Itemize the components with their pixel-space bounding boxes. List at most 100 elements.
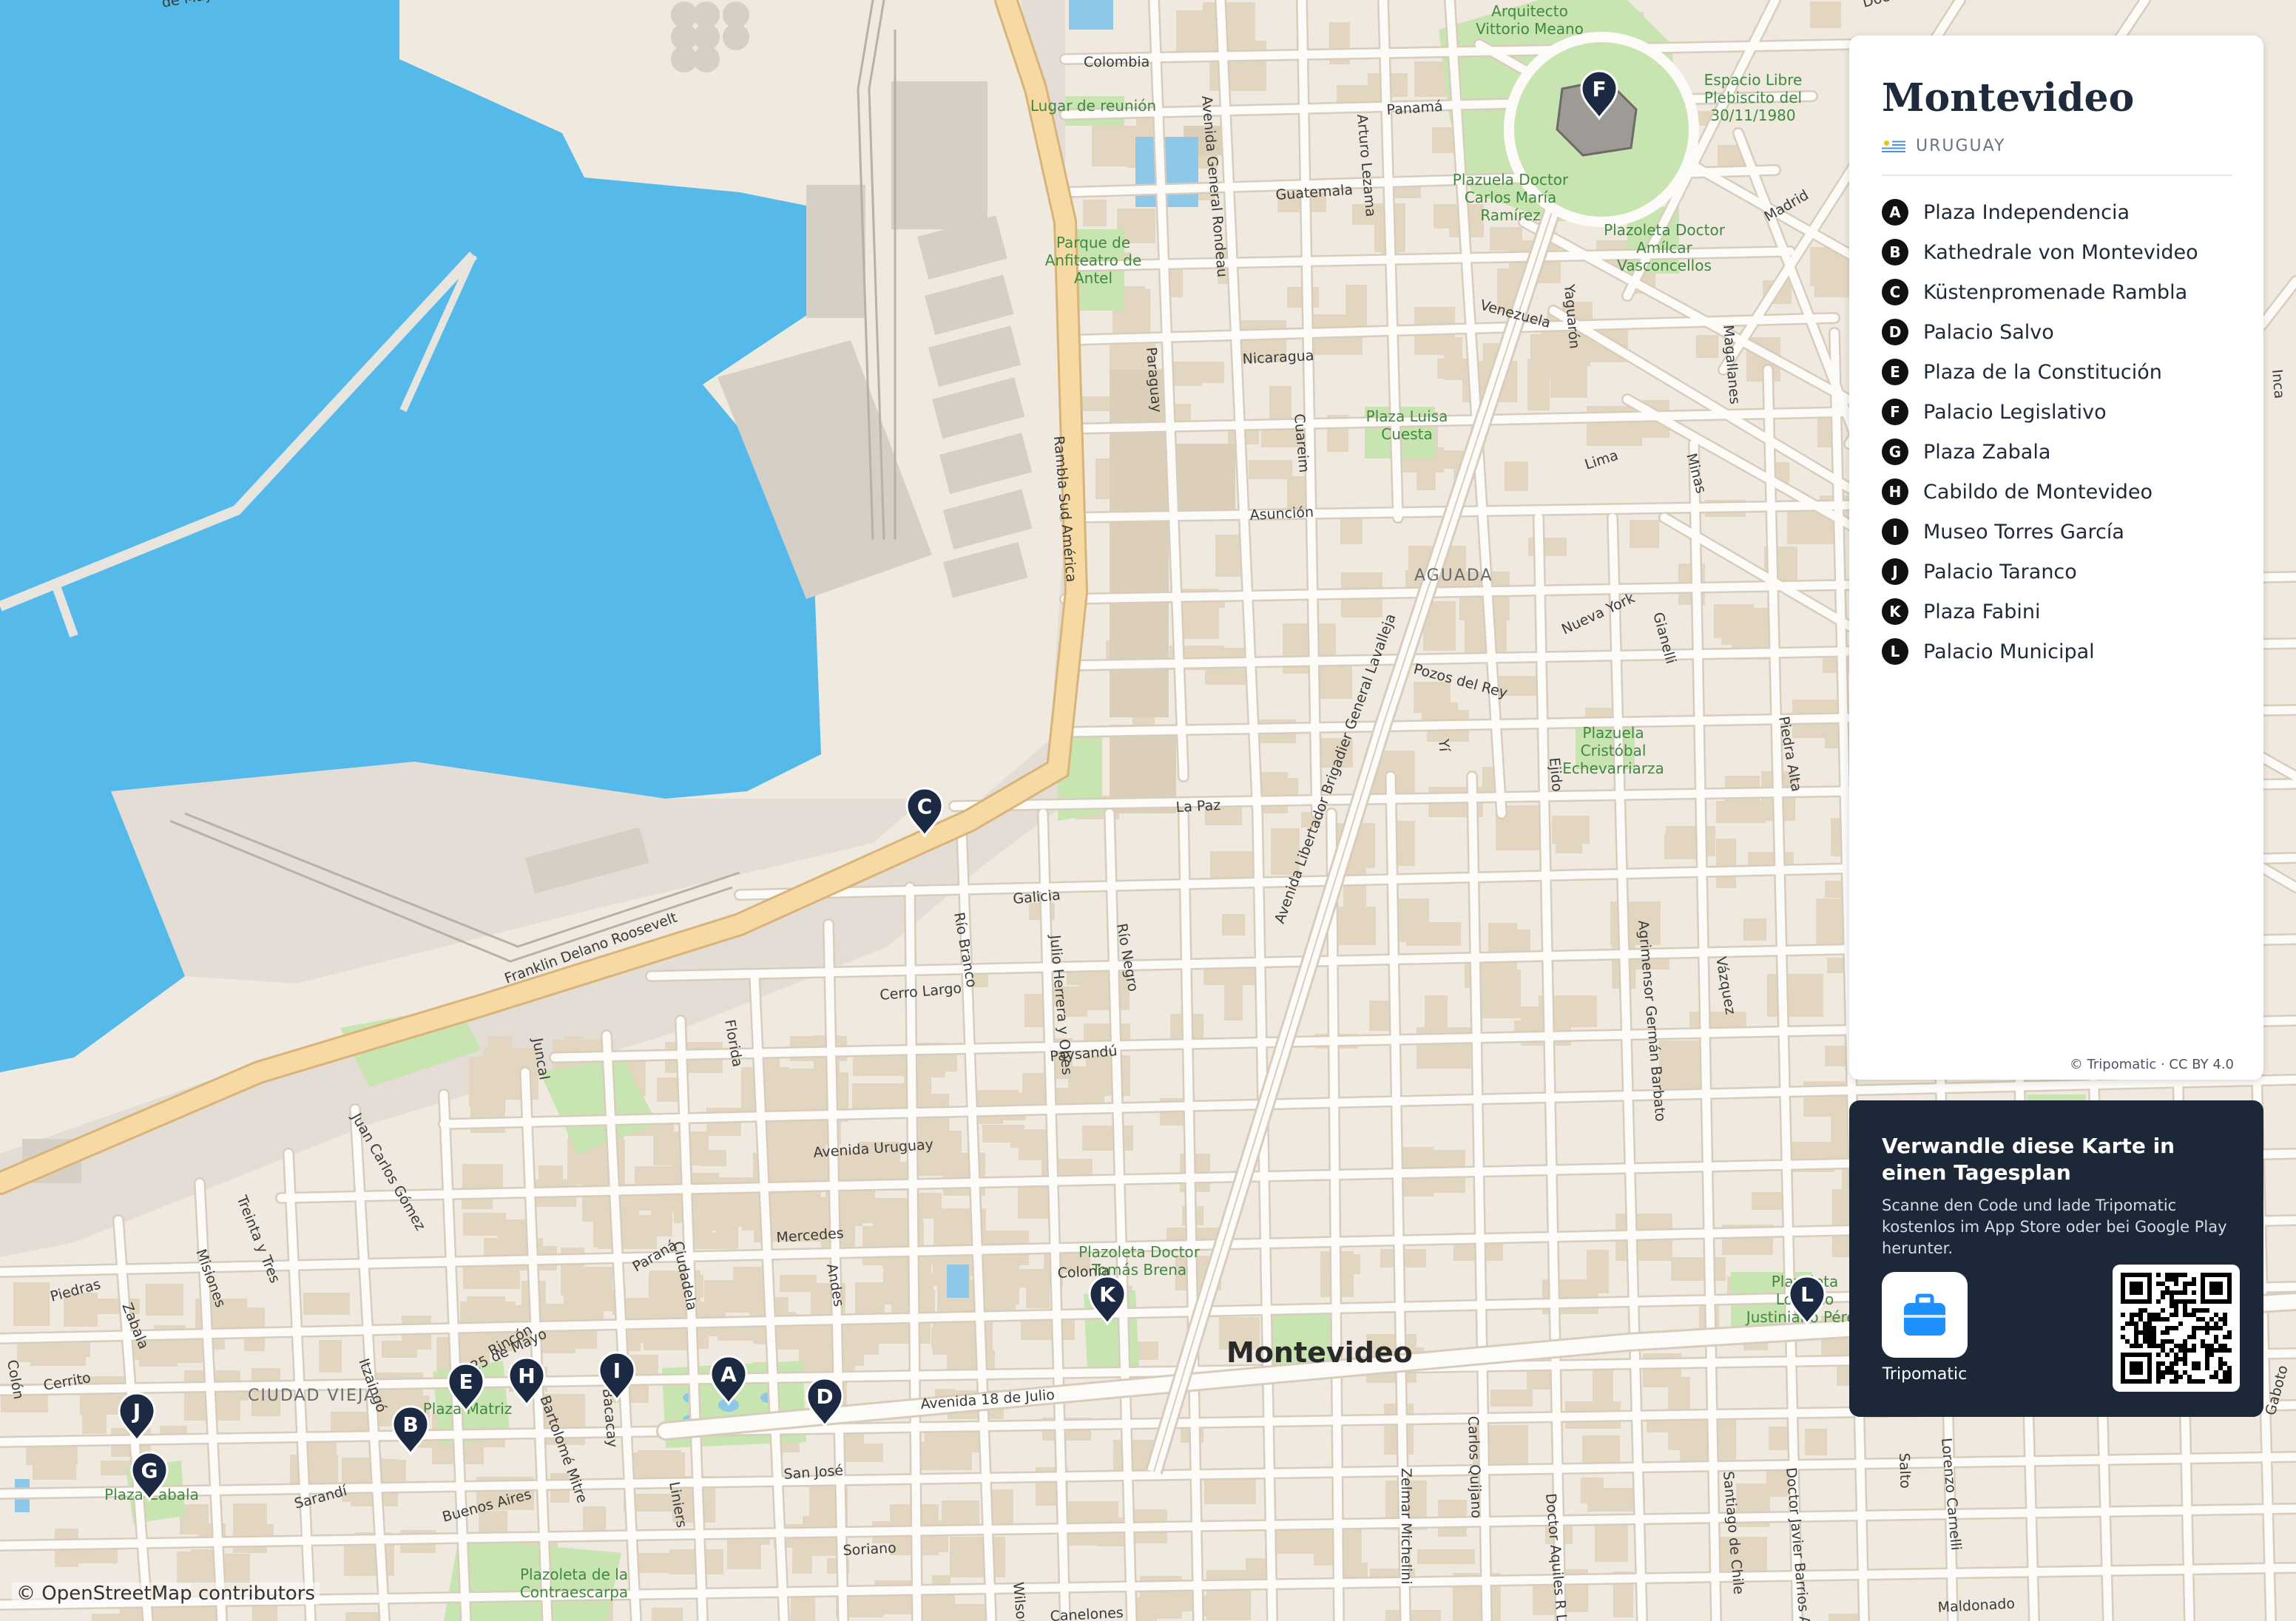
building (33, 1463, 76, 1480)
tripomatic-app-icon (1882, 1272, 1968, 1358)
qr-module (2187, 1375, 2192, 1379)
qr-module (2152, 1339, 2156, 1344)
building (1550, 351, 1587, 398)
qr-module (2174, 1308, 2178, 1313)
letter-badge: D (1882, 319, 1908, 346)
qr-module (2205, 1344, 2209, 1348)
building (467, 1296, 505, 1313)
qr-module (2161, 1290, 2165, 1295)
qr-module (2121, 1313, 2125, 1317)
qr-module (2192, 1366, 2196, 1370)
qr-module (2183, 1344, 2187, 1348)
qr-module (2170, 1326, 2174, 1330)
place-item[interactable]: J Palacio Taranco (1882, 552, 2232, 592)
place-item[interactable]: L Palacio Municipal (1882, 632, 2232, 671)
qr-module (2183, 1339, 2187, 1344)
letter-badge: B (1882, 239, 1908, 266)
qr-module (2174, 1304, 2178, 1308)
qr-module (2227, 1370, 2232, 1375)
building (1490, 1390, 1533, 1407)
city-title: Montevideo (1882, 75, 2135, 121)
street-label: La Paz (1175, 797, 1221, 816)
building (1595, 1523, 1628, 1562)
qr-module (2143, 1321, 2147, 1326)
building (841, 1444, 883, 1462)
green-label: Plazoleta Doctor Tomás Brena (1078, 1243, 1201, 1279)
qr-module (2205, 1308, 2209, 1313)
qr-module (2143, 1339, 2147, 1344)
building (1249, 460, 1292, 479)
qr-module (2192, 1282, 2196, 1286)
country-name: URUGUAY (1916, 137, 2006, 156)
places-sidebar: Montevideo URUGUAY A Plaza Independencia … (1849, 35, 2263, 1080)
building (1527, 359, 1550, 410)
place-item[interactable]: F Palacio Legislativo (1882, 392, 2232, 432)
place-item[interactable]: H Cabildo de Montevideo (1882, 472, 2232, 512)
qr-code[interactable] (2113, 1265, 2240, 1392)
qr-module (2161, 1344, 2165, 1348)
place-name: Plaza de la Constitución (1923, 360, 2162, 384)
qr-module (2201, 1317, 2205, 1321)
qr-module (2161, 1317, 2165, 1321)
qr-module (2192, 1344, 2196, 1348)
place-item[interactable]: A Plaza Independencia (1882, 192, 2232, 232)
building (652, 1608, 683, 1621)
street-label: Soriano (843, 1540, 897, 1559)
qr-module (2187, 1335, 2192, 1339)
qr-module (2205, 1348, 2209, 1353)
qr-module (2147, 1330, 2152, 1335)
qr-module (2134, 1344, 2138, 1348)
district-label-ciudad-vieja: CIUDAD VIEJA (248, 1387, 377, 1405)
qr-module (2209, 1353, 2214, 1357)
letter-badge: E (1882, 359, 1908, 386)
qr-module (2201, 1308, 2205, 1313)
qr-module (2183, 1370, 2187, 1375)
qr-module (2223, 1321, 2227, 1326)
qr-module (2165, 1277, 2170, 1282)
qr-module (2152, 1313, 2156, 1317)
place-name: Palacio Taranco (1923, 560, 2077, 583)
place-item[interactable]: G Plaza Zabala (1882, 432, 2232, 472)
place-item[interactable]: E Plaza de la Constitución (1882, 352, 2232, 392)
qr-module (2165, 1370, 2170, 1375)
promo-card: Verwandle diese Karte in einen Tagesplan… (1849, 1100, 2263, 1417)
place-name: Plaza Fabini (1923, 600, 2041, 623)
building (638, 1553, 688, 1573)
place-item[interactable]: D Palacio Salvo (1882, 312, 2232, 352)
green-label: Lugar de reunión (1030, 97, 1156, 115)
qr-module (2156, 1282, 2161, 1286)
place-name: Palacio Salvo (1923, 320, 2054, 344)
qr-module (2134, 1313, 2138, 1317)
qr-module (2130, 1321, 2134, 1326)
building (1082, 1126, 1133, 1151)
qr-module (2192, 1361, 2196, 1366)
qr-module (2201, 1339, 2205, 1344)
place-item[interactable]: I Museo Torres García (1882, 512, 2232, 552)
qr-module (2170, 1361, 2174, 1366)
qr-module (2165, 1286, 2170, 1290)
place-item[interactable]: C Küstenpromenade Rambla (1882, 272, 2232, 312)
building (1260, 772, 1288, 813)
building (638, 1450, 681, 1474)
qr-module (2161, 1282, 2165, 1286)
qr-module (2205, 1366, 2209, 1370)
tripomatic-app-link[interactable]: Tripomatic (1882, 1272, 1968, 1384)
qr-module (2209, 1317, 2214, 1321)
place-name: Plaza Zabala (1923, 440, 2051, 464)
qr-module (2192, 1348, 2196, 1353)
qr-module (2170, 1370, 2174, 1375)
qr-module (2170, 1339, 2174, 1344)
place-item[interactable]: K Plaza Fabini (1882, 592, 2232, 632)
qr-module (2156, 1366, 2161, 1370)
qr-module (2209, 1375, 2214, 1379)
qr-module (2130, 1313, 2134, 1317)
building (1581, 1478, 1604, 1503)
qr-module (2125, 1339, 2130, 1344)
building (1696, 335, 1718, 358)
building (1743, 918, 1766, 941)
qr-module (2134, 1330, 2138, 1335)
qr-module (2161, 1348, 2165, 1353)
letter-badge: G (1882, 439, 1908, 466)
place-item[interactable]: B Kathedrale von Montevideo (1882, 232, 2232, 272)
promo-text: Scanne den Code und lade Tripomatic kost… (1882, 1197, 2227, 1257)
